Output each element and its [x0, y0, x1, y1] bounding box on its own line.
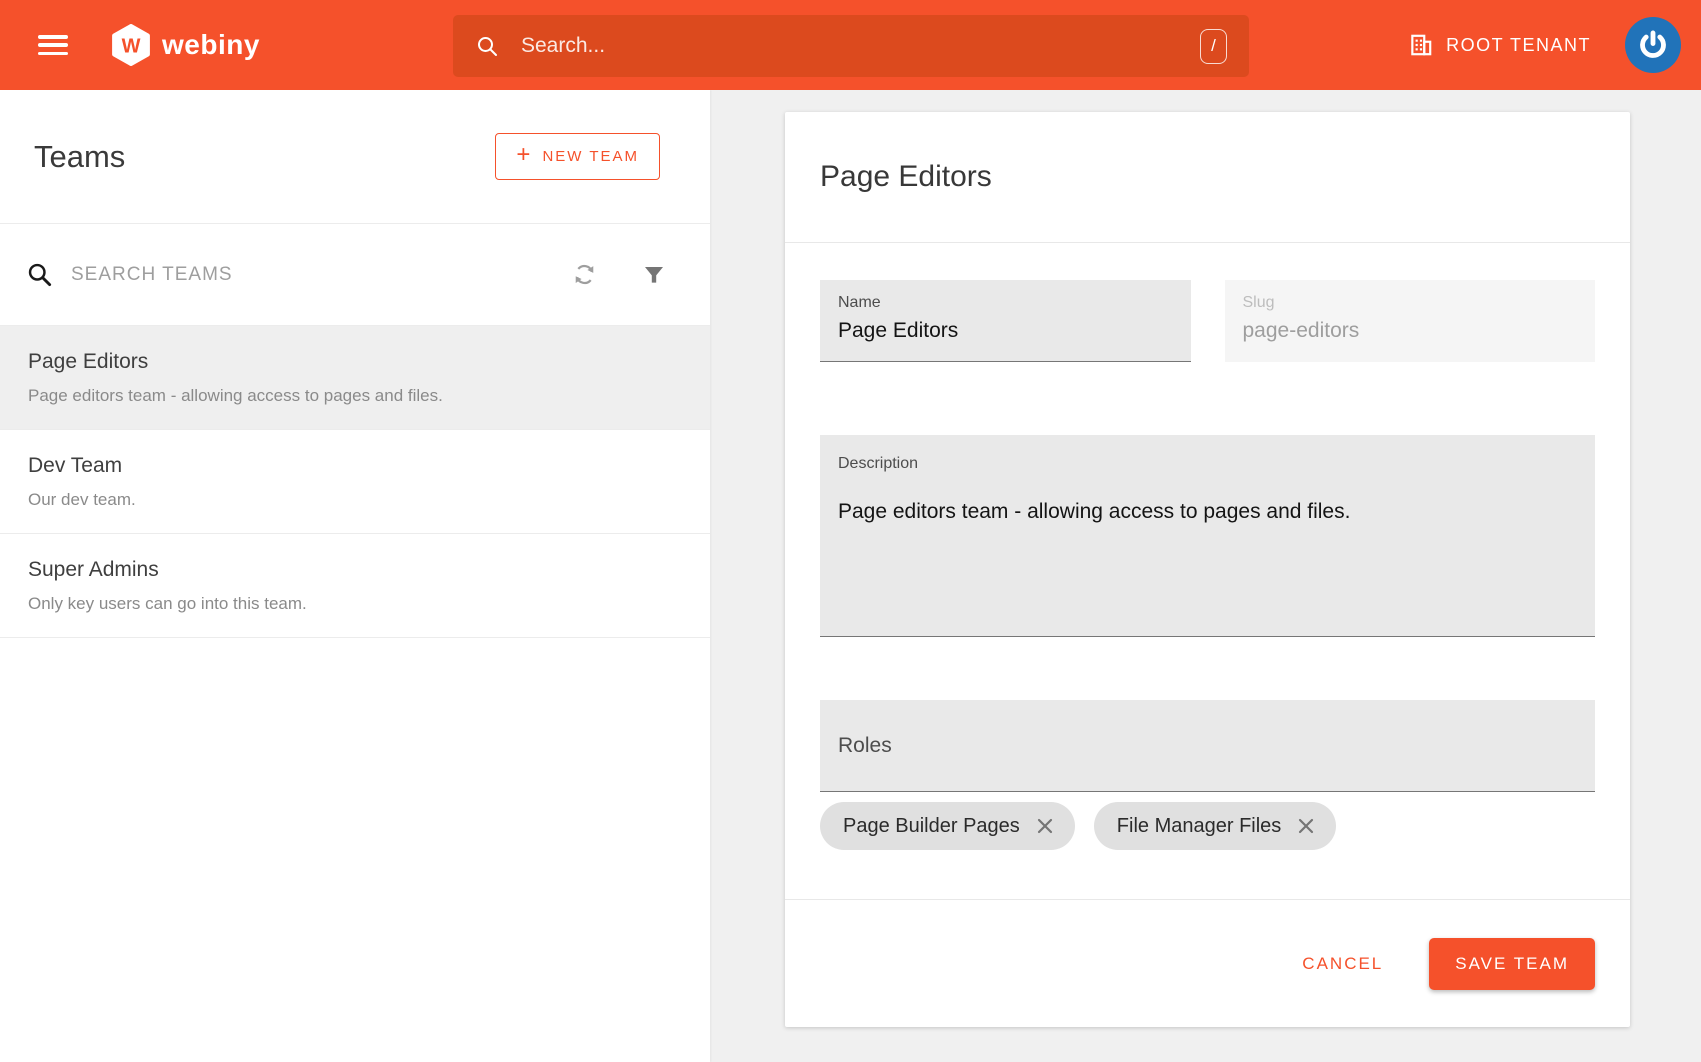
plus-icon: +: [516, 143, 530, 167]
team-name: Super Admins: [28, 558, 682, 582]
slug-field: Slug page-editors: [1225, 280, 1596, 362]
remove-role-button[interactable]: [1035, 816, 1055, 836]
teams-panel-header: Teams + NEW TEAM: [0, 90, 710, 224]
refresh-button[interactable]: [571, 261, 598, 288]
slug-field-value: page-editors: [1243, 319, 1578, 343]
team-details-card: Page Editors Name Page Editors Slug page…: [785, 112, 1630, 1027]
new-team-button-label: NEW TEAM: [542, 148, 639, 165]
search-shortcut-key: /: [1200, 29, 1227, 64]
team-details-area: Page Editors Name Page Editors Slug page…: [710, 90, 1701, 1062]
search-icon: [475, 34, 499, 58]
roles-field-label: Roles: [838, 734, 892, 758]
svg-text:W: W: [122, 35, 141, 57]
chip-label: File Manager Files: [1117, 815, 1282, 838]
team-list-item-page-editors[interactable]: Page Editors Page editors team - allowin…: [0, 326, 710, 430]
team-list-item-dev-team[interactable]: Dev Team Our dev team.: [0, 430, 710, 534]
team-description: Our dev team.: [28, 490, 682, 510]
team-name: Page Editors: [28, 350, 682, 374]
team-name: Dev Team: [28, 454, 682, 478]
team-form: Name Page Editors Slug page-editors Desc…: [785, 243, 1630, 899]
cancel-button[interactable]: CANCEL: [1296, 944, 1389, 984]
power-avatar-icon: [1636, 28, 1670, 62]
search-placeholder: Search...: [521, 34, 605, 58]
role-chip-file-manager-files[interactable]: File Manager Files: [1094, 802, 1337, 850]
chip-label: Page Builder Pages: [843, 815, 1020, 838]
team-description: Page editors team - allowing access to p…: [28, 386, 682, 406]
form-footer: CANCEL SAVE TEAM: [785, 899, 1630, 1027]
teams-list-panel: Teams + NEW TEAM SEARCH TEAMS: [0, 90, 710, 1062]
teams-search-input[interactable]: SEARCH TEAMS: [71, 264, 571, 286]
logo-text: webiny: [162, 29, 260, 61]
remove-role-button[interactable]: [1296, 816, 1316, 836]
topbar-right-group: ROOT TENANT: [1408, 17, 1681, 73]
new-team-button[interactable]: + NEW TEAM: [495, 133, 660, 180]
team-list-item-super-admins[interactable]: Super Admins Only key users can go into …: [0, 534, 710, 638]
building-icon: [1408, 32, 1434, 58]
page-body: Teams + NEW TEAM SEARCH TEAMS: [0, 90, 1701, 1062]
top-app-bar: W webiny Search... / ROOT TENANT: [0, 0, 1701, 90]
role-chip-page-builder-pages[interactable]: Page Builder Pages: [820, 802, 1075, 850]
filter-button[interactable]: [642, 263, 666, 287]
name-field[interactable]: Name Page Editors: [820, 280, 1191, 362]
global-search-input[interactable]: Search... /: [453, 15, 1249, 77]
team-list: Page Editors Page editors team - allowin…: [0, 326, 710, 638]
name-field-value: Page Editors: [838, 319, 1173, 343]
team-details-title: Page Editors: [785, 112, 1630, 243]
teams-search-row: SEARCH TEAMS: [0, 224, 710, 326]
webiny-logo[interactable]: W webiny: [110, 24, 260, 66]
name-field-label: Name: [838, 294, 1173, 312]
close-icon: [1296, 816, 1316, 836]
description-field[interactable]: Description Page editors team - allowing…: [820, 435, 1595, 637]
tenant-selector[interactable]: ROOT TENANT: [1408, 32, 1591, 58]
roles-field[interactable]: Roles: [820, 700, 1595, 792]
description-field-label: Description: [838, 455, 1577, 473]
webiny-hexagon-icon: W: [110, 24, 152, 66]
user-avatar[interactable]: [1625, 17, 1681, 73]
refresh-icon: [571, 261, 598, 288]
roles-chips: Page Builder Pages File Manager Files: [820, 802, 1595, 850]
tenant-label: ROOT TENANT: [1446, 35, 1591, 56]
search-icon: [26, 261, 53, 288]
slug-field-label: Slug: [1243, 294, 1578, 312]
team-description: Only key users can go into this team.: [28, 594, 682, 614]
page-title: Teams: [34, 139, 125, 175]
save-team-button[interactable]: SAVE TEAM: [1429, 938, 1595, 990]
close-icon: [1035, 816, 1055, 836]
description-field-value: Page editors team - allowing access to p…: [838, 500, 1577, 524]
menu-icon[interactable]: [38, 35, 68, 55]
filter-icon: [642, 263, 666, 287]
